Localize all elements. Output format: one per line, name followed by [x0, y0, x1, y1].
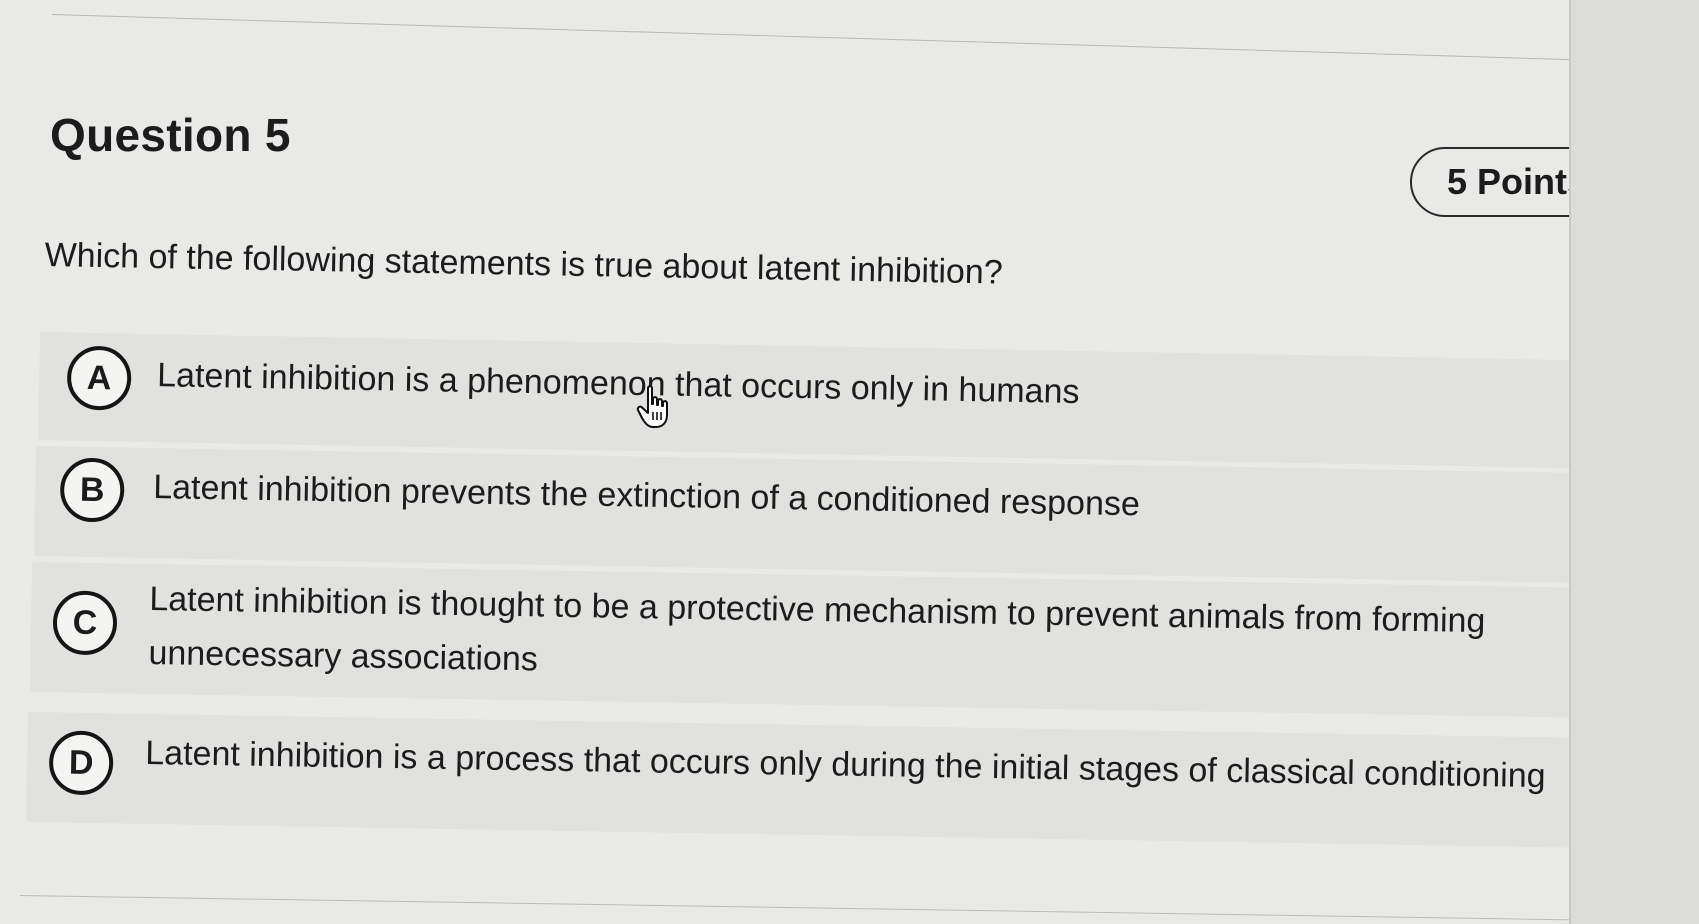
option-letter-circle[interactable]: C: [52, 590, 118, 656]
option-text: Latent inhibition is a process that occu…: [145, 733, 1546, 796]
answer-option-b[interactable]: B Latent inhibition prevents the extinct…: [34, 446, 1616, 584]
screen-edge: [1569, 0, 1699, 924]
answer-option-c[interactable]: C Latent inhibition is thought to be a p…: [29, 562, 1612, 719]
answer-option-d[interactable]: D Latent inhibition is a process that oc…: [26, 712, 1610, 849]
option-letter-circle[interactable]: D: [48, 730, 114, 796]
answer-option-a[interactable]: A Latent inhibition is a phenomenon that…: [38, 332, 1622, 469]
option-text: Latent inhibition is a phenomenon that o…: [156, 356, 1080, 412]
option-text: Latent inhibition prevents the extinctio…: [152, 468, 1141, 524]
hand-pointer-icon: [636, 385, 668, 428]
option-letter-circle[interactable]: A: [66, 345, 132, 411]
answer-options: A Latent inhibition is a phenomenon that…: [0, 0, 1699, 924]
option-text: Latent inhibition is thought to be a pro…: [148, 579, 1486, 679]
option-letter-circle[interactable]: B: [59, 457, 125, 523]
quiz-page: Question 5 5 Points Which of the followi…: [0, 0, 1699, 924]
